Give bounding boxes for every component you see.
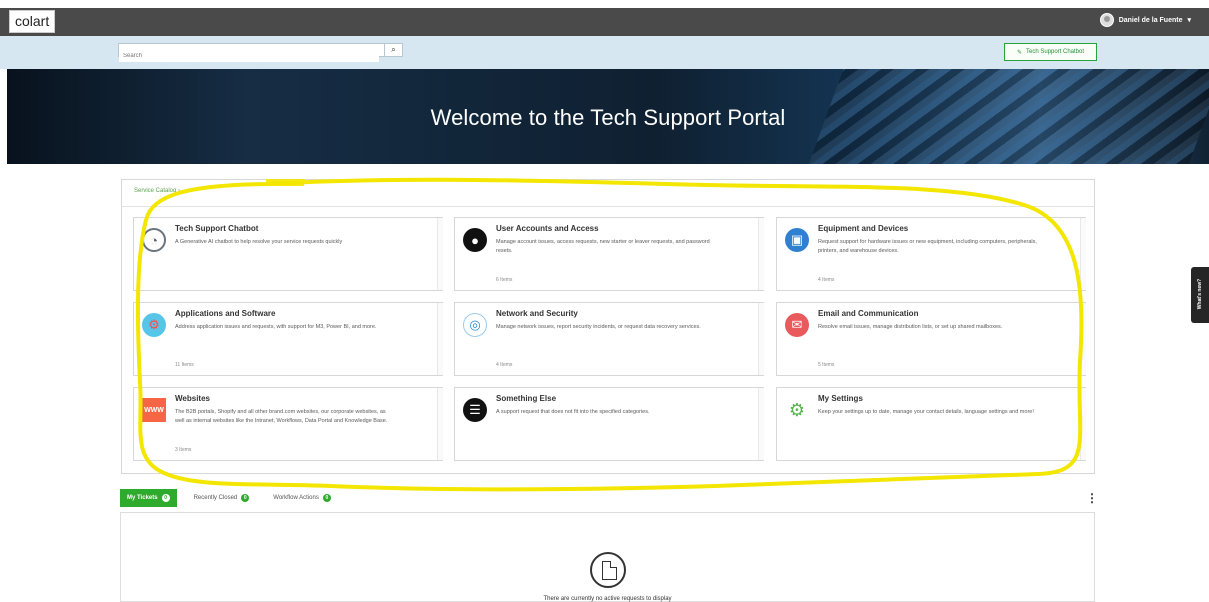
card-count: 4 Items	[818, 277, 835, 283]
catalog-card-websites[interactable]: WWW Websites The B2B portals, Shopify an…	[133, 387, 443, 461]
tech-support-chatbot-button[interactable]: ✎ Tech Support Chatbot	[1004, 43, 1097, 61]
ticket-tabs: My Tickets 0 Recently Closed 0 Workflow …	[120, 489, 338, 507]
list-icon: ☰	[463, 398, 487, 422]
catalog-card-applications-and-software[interactable]: ⚙ Applications and Software Address appl…	[133, 302, 443, 376]
card-description: Resolve email issues, manage distributio…	[818, 324, 1003, 330]
card-title: Email and Communication	[818, 309, 919, 318]
card-description: Manage account issues, access requests, …	[496, 239, 710, 254]
gear-icon: ⚙	[785, 398, 809, 422]
top-navigation-bar: colart Daniel de la Fuente ▾	[0, 8, 1209, 36]
tab-label: Recently Closed	[193, 495, 238, 501]
tickets-panel: There are currently no active requests t…	[120, 512, 1095, 602]
card-title: Network and Security	[496, 309, 578, 318]
card-title: Websites	[175, 394, 210, 403]
card-description: Address application issues and requests,…	[175, 324, 377, 330]
card-description: The B2B portals, Shopify and all other b…	[175, 409, 388, 424]
user-icon: ●	[463, 228, 487, 252]
tab-count-badge: 0	[161, 494, 170, 502]
avatar	[1099, 13, 1114, 27]
hero-banner: Welcome to the Tech Support Portal	[7, 69, 1209, 164]
user-menu[interactable]: Daniel de la Fuente ▾	[1099, 13, 1191, 27]
tab-my-tickets[interactable]: My Tickets 0	[120, 489, 177, 507]
catalog-card-email-and-communication[interactable]: ✉ Email and Communication Resolve email …	[776, 302, 1086, 376]
chatbot-button-label: Tech Support Chatbot	[1025, 49, 1085, 55]
tab-recently-closed[interactable]: Recently Closed 0	[187, 489, 257, 507]
robot-icon: ◔	[142, 228, 166, 252]
card-title: My Settings	[818, 394, 863, 403]
card-title: User Accounts and Access	[496, 224, 599, 233]
search-input[interactable]	[119, 50, 379, 62]
more-options-icon[interactable]: ⋮	[1086, 491, 1098, 505]
card-title: Equipment and Devices	[818, 224, 909, 233]
card-description: A support request that does not fit into…	[496, 409, 650, 415]
breadcrumb[interactable]: Service Catalog ›	[134, 188, 180, 194]
card-description: Request support for hardware issues or n…	[818, 239, 1037, 254]
card-title: Applications and Software	[175, 309, 276, 318]
website-icon: WWW	[142, 398, 166, 422]
card-description: A Generative AI chatbot to help resolve …	[175, 239, 343, 245]
search-icon: ⌕	[391, 45, 396, 54]
catalog-card-equipment-and-devices[interactable]: ▣ Equipment and Devices Request support …	[776, 217, 1086, 291]
tab-label: Workflow Actions	[273, 495, 319, 501]
card-title: Tech Support Chatbot	[175, 224, 259, 233]
card-count: 6 Items	[496, 277, 513, 283]
card-count: 4 Items	[496, 362, 513, 368]
card-description: Keep your settings up to date, manage yo…	[818, 409, 1034, 415]
whats-new-tab[interactable]: What's new?	[1191, 267, 1209, 323]
user-name: Daniel de la Fuente	[1118, 16, 1183, 24]
document-icon	[590, 552, 626, 588]
search-bar: ⌕ ✎ Tech Support Chatbot	[0, 36, 1209, 69]
whats-new-label: What's new?	[1197, 278, 1203, 310]
software-icon: ⚙	[142, 313, 166, 337]
tab-workflow-actions[interactable]: Workflow Actions 0	[266, 489, 338, 507]
mail-icon: ✉	[785, 313, 809, 337]
card-count: 5 Items	[818, 362, 835, 368]
card-count: 3 Items	[175, 447, 192, 453]
catalog-card-something-else[interactable]: ☰ Something Else A support request that …	[454, 387, 764, 461]
empty-state-message: There are currently no active requests t…	[543, 596, 672, 602]
globe-icon: ◎	[463, 313, 487, 337]
service-catalog-panel: Service Catalog › ◔ Tech Support Chatbot…	[121, 179, 1095, 474]
tab-label: My Tickets	[127, 495, 158, 501]
search-button[interactable]: ⌕	[384, 43, 402, 57]
tab-count-badge: 0	[241, 494, 250, 502]
tab-count-badge: 0	[322, 494, 331, 502]
catalog-card-user-accounts-and-access[interactable]: ● User Accounts and Access Manage accoun…	[454, 217, 764, 291]
page-title: Welcome to the Tech Support Portal	[430, 105, 786, 130]
card-title: Something Else	[496, 394, 557, 403]
catalog-card-tech-support-chatbot[interactable]: ◔ Tech Support Chatbot A Generative AI c…	[133, 217, 443, 291]
chat-icon: ✎	[1016, 49, 1022, 56]
card-count: 11 Items	[175, 362, 194, 368]
monitor-icon: ▣	[785, 228, 809, 252]
catalog-divider	[122, 206, 1094, 207]
catalog-card-my-settings[interactable]: ⚙ My Settings Keep your settings up to d…	[776, 387, 1086, 461]
card-description: Manage network issues, report security i…	[496, 324, 701, 330]
search-box: ⌕	[118, 43, 403, 62]
colart-logo[interactable]: colart	[9, 10, 55, 33]
chevron-down-icon: ▾	[1187, 17, 1191, 24]
catalog-card-network-and-security[interactable]: ◎ Network and Security Manage network is…	[454, 302, 764, 376]
